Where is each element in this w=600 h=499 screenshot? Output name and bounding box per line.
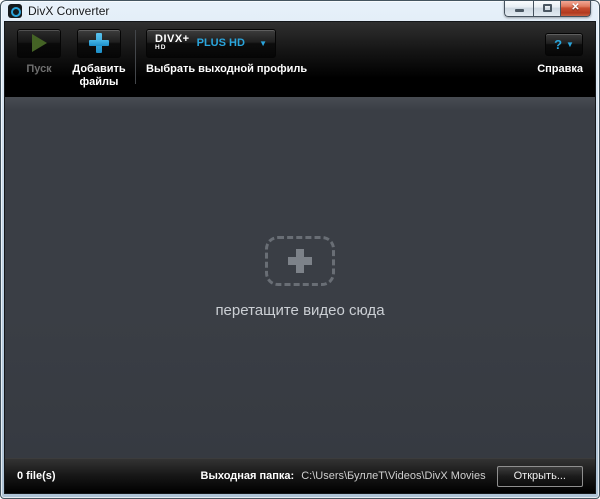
drop-area[interactable]: перетащите видео сюда [5,97,595,458]
minimize-icon [515,9,524,12]
help-tool: ? ▼ Справка [537,28,583,76]
maximize-button[interactable] [533,0,560,17]
window-controls: ✕ [504,0,591,17]
output-folder-path: C:\Users\БуллеТ\Videos\DivX Movies [301,470,485,482]
toolbar: Пуск Добавить файлы DIVX+ HD [5,22,595,97]
maximize-icon [543,4,552,12]
file-count: 0 file(s) [17,470,56,482]
add-files-label: Добавить файлы [71,63,127,88]
client-area: Пуск Добавить файлы DIVX+ HD [4,21,596,494]
chevron-down-icon: ▼ [566,40,574,49]
title-bar[interactable]: DivX Converter ✕ [1,1,599,21]
toolbar-separator [135,30,136,84]
window-title: DivX Converter [28,4,109,18]
drop-hint-text: перетащите видео сюда [215,302,384,319]
output-profile-dropdown[interactable]: DIVX+ HD PLUS HD ▼ [146,29,276,58]
add-plus-icon [89,33,109,53]
start-label: Пуск [26,63,51,76]
add-files-button[interactable] [77,29,121,58]
close-icon: ✕ [571,3,579,13]
play-icon [32,34,47,52]
divx-plus-hd-logo: DIVX+ HD [155,34,190,52]
status-bar: 0 file(s) Выходная папка: C:\Users\Булле… [5,458,595,493]
output-folder-label: Выходная папка: [201,470,295,482]
selected-profile: PLUS HD [197,37,245,49]
output-folder-group: Выходная папка: C:\Users\БуллеТ\Videos\D… [201,466,583,487]
output-profile-tool: DIVX+ HD PLUS HD ▼ Выбрать выходной проф… [146,28,307,76]
start-button[interactable] [17,29,61,58]
open-folder-button[interactable]: Открыть... [497,466,583,487]
chevron-down-icon: ▼ [259,39,267,48]
app-window: DivX Converter ✕ Пуск [0,0,600,499]
drop-target-outline [265,236,335,286]
drop-plus-icon [288,249,312,273]
add-files-tool: Добавить файлы [71,28,127,88]
minimize-button[interactable] [504,0,533,17]
close-button[interactable]: ✕ [560,0,591,17]
question-mark-icon: ? [554,38,562,51]
help-button[interactable]: ? ▼ [545,33,583,56]
start-tool: Пуск [17,28,61,76]
profile-caption: Выбрать выходной профиль [146,63,307,76]
divx-app-icon [8,4,22,18]
help-label: Справка [537,63,583,76]
